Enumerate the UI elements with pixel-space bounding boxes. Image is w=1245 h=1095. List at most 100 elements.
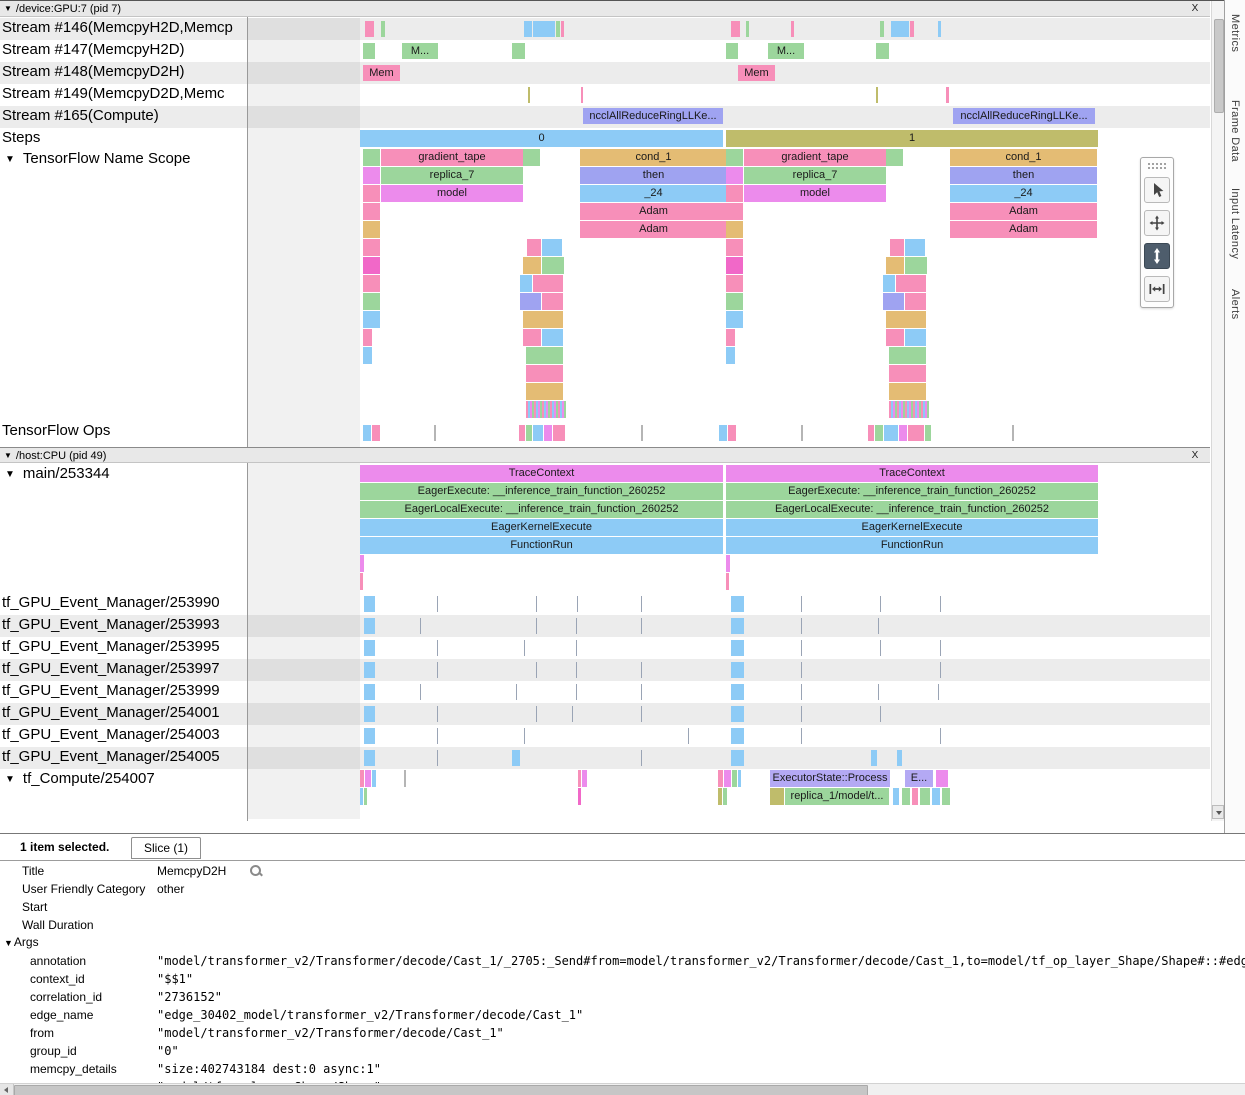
trace-slice[interactable] (897, 750, 902, 766)
trace-slice[interactable] (905, 293, 926, 310)
trace-tick[interactable] (801, 640, 802, 656)
trace-slice[interactable] (770, 788, 784, 805)
trace-slice[interactable] (542, 329, 563, 346)
trace-slice[interactable] (876, 43, 889, 59)
trace-slice[interactable] (363, 425, 371, 441)
trace-tick[interactable] (536, 618, 537, 634)
trace-tick[interactable] (576, 640, 577, 656)
trace-slice[interactable] (365, 770, 371, 787)
trace-slice-functionrun[interactable]: FunctionRun (360, 537, 723, 554)
trace-slice[interactable] (360, 573, 363, 590)
trace-slice[interactable] (360, 770, 364, 787)
trace-slice[interactable] (363, 203, 380, 220)
trace-slice[interactable] (731, 728, 744, 744)
trace-slice[interactable] (871, 750, 877, 766)
trace-slice[interactable] (886, 257, 904, 274)
trace-slice[interactable] (889, 383, 926, 400)
trace-slice[interactable] (526, 401, 566, 418)
trace-slice-model[interactable]: model (381, 185, 523, 202)
trace-slice-eagerkernelexecute[interactable]: EagerKernelExecute (360, 519, 723, 536)
trace-slice[interactable] (889, 401, 929, 418)
trace-slice[interactable] (731, 706, 744, 722)
trace-slice[interactable] (523, 311, 563, 328)
trace-slice[interactable] (726, 239, 743, 256)
side-tab-alerts[interactable]: Alerts (1229, 289, 1241, 320)
trace-slice-e[interactable]: E... (905, 770, 933, 787)
trace-slice[interactable] (363, 185, 380, 202)
trace-slice[interactable] (726, 555, 730, 572)
trace-slice[interactable] (512, 43, 525, 59)
trace-slice[interactable] (942, 788, 950, 805)
trace-slice[interactable] (528, 87, 530, 103)
trace-slice[interactable] (896, 275, 926, 292)
trace-slice[interactable] (527, 239, 541, 256)
trace-slice-tracecontext[interactable]: TraceContext (360, 465, 723, 482)
trace-slice[interactable] (731, 596, 744, 612)
trace-tick[interactable] (880, 596, 881, 612)
trace-tick[interactable] (641, 750, 642, 766)
tab-slice[interactable]: Slice (1) (131, 837, 201, 859)
trace-tick[interactable] (641, 706, 642, 722)
trace-tick[interactable] (641, 662, 642, 678)
trace-slice[interactable] (946, 87, 949, 103)
trace-slice[interactable] (726, 167, 743, 184)
trace-slice[interactable] (884, 425, 898, 441)
trace-slice[interactable] (523, 257, 541, 274)
trace-slice[interactable] (364, 728, 375, 744)
trace-tick[interactable] (641, 618, 642, 634)
trace-slice[interactable] (726, 43, 738, 59)
trace-tick[interactable] (437, 728, 438, 744)
trace-slice[interactable] (726, 257, 743, 274)
trace-slice-eagerlocalexecute-inference-train-functi[interactable]: EagerLocalExecute: __inference_train_fun… (360, 501, 723, 518)
trace-tick[interactable] (420, 618, 421, 634)
trace-slice[interactable] (726, 185, 743, 202)
select-tool-button[interactable] (1144, 177, 1170, 203)
trace-tick[interactable] (437, 662, 438, 678)
trace-slice[interactable] (364, 618, 375, 634)
trace-slice[interactable] (533, 21, 555, 37)
trace-slice[interactable] (364, 684, 375, 700)
collapse-icon[interactable]: ▼ (4, 4, 12, 13)
trace-slice[interactable] (364, 788, 367, 805)
trace-slice[interactable] (363, 167, 380, 184)
trace-tick[interactable] (524, 640, 525, 656)
trace-slice-1[interactable]: 1 (726, 130, 1098, 147)
trace-slice[interactable] (738, 770, 741, 787)
trace-slice[interactable] (526, 425, 532, 441)
trace-slice[interactable] (363, 221, 380, 238)
vertical-scrollbar-thumb[interactable] (1214, 19, 1224, 113)
trace-slice[interactable] (363, 149, 380, 166)
trace-slice[interactable] (886, 149, 903, 166)
trace-tick[interactable] (576, 662, 577, 678)
trace-slice[interactable] (908, 425, 924, 441)
trace-slice[interactable] (364, 596, 375, 612)
trace-slice-replica-1-model-t[interactable]: replica_1/model/t... (785, 788, 889, 805)
side-tab-frame-data[interactable]: Frame Data (1229, 100, 1241, 162)
trace-slice-24[interactable]: _24 (580, 185, 727, 202)
trace-slice[interactable] (731, 21, 740, 37)
trace-slice[interactable] (902, 788, 910, 805)
trace-tick[interactable] (940, 640, 941, 656)
trace-slice[interactable] (726, 221, 743, 238)
trace-slice[interactable] (578, 788, 581, 805)
trace-slice-model[interactable]: model (744, 185, 886, 202)
trace-slice[interactable] (889, 347, 926, 364)
trace-slice[interactable] (726, 203, 743, 220)
trace-slice[interactable] (905, 239, 925, 256)
trace-tick[interactable] (437, 596, 438, 612)
gpu-close-button[interactable]: X (1188, 2, 1202, 16)
trace-slice-cond-1[interactable]: cond_1 (580, 149, 727, 166)
side-tab-metrics[interactable]: Metrics (1229, 14, 1241, 52)
trace-slice[interactable] (920, 788, 930, 805)
trace-slice[interactable] (891, 21, 909, 37)
trace-slice[interactable] (899, 425, 907, 441)
trace-slice[interactable] (1012, 425, 1014, 441)
trace-slice-adam[interactable]: Adam (580, 203, 727, 220)
trace-tick[interactable] (577, 596, 578, 612)
trace-slice[interactable] (364, 662, 375, 678)
trace-slice[interactable] (726, 311, 743, 328)
trace-slice-tracecontext[interactable]: TraceContext (726, 465, 1098, 482)
trace-tick[interactable] (437, 640, 438, 656)
cpu-process-header[interactable]: ▼/host:CPU (pid 49) X (0, 447, 1210, 463)
cpu-close-button[interactable]: X (1188, 449, 1202, 463)
